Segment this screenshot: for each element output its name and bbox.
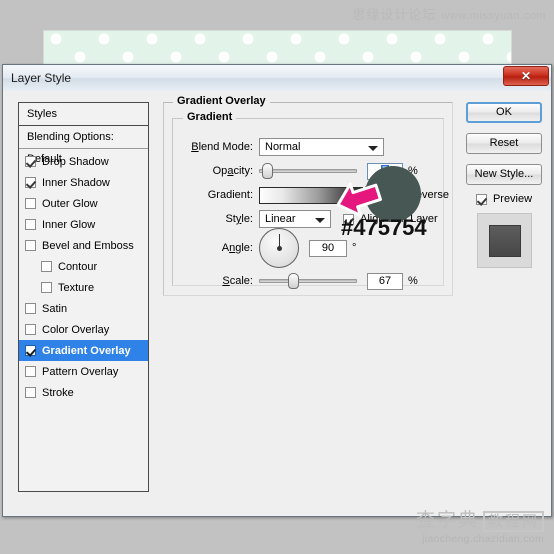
dialog-titlebar[interactable]: Layer Style ✕ xyxy=(3,65,551,92)
effect-row[interactable]: Satin xyxy=(19,298,148,319)
angle-unit: ° xyxy=(352,242,357,254)
blend-mode-row: Blend Mode: Normal xyxy=(177,138,384,156)
close-button[interactable]: ✕ xyxy=(503,66,549,86)
watermark-top-cn: 思缘设计论坛 xyxy=(352,7,437,22)
opacity-slider[interactable] xyxy=(259,163,357,179)
effect-checkbox[interactable] xyxy=(25,324,36,335)
dialog-button-column: OK Reset New Style... Preview xyxy=(466,102,542,268)
layer-style-dialog: Layer Style ✕ Styles Blending Options: D… xyxy=(2,64,552,517)
effect-label: Drop Shadow xyxy=(42,155,109,168)
dialog-title: Layer Style xyxy=(11,71,72,85)
effect-label: Outer Glow xyxy=(42,197,98,210)
group-title: Gradient xyxy=(183,111,237,123)
opacity-slider-thumb[interactable] xyxy=(262,163,273,179)
preview-thumbnail xyxy=(476,213,532,268)
effect-row[interactable]: Texture xyxy=(19,277,148,298)
preview-checkbox[interactable]: Preview xyxy=(466,193,542,205)
scale-slider-thumb[interactable] xyxy=(288,273,299,289)
effect-label: Stroke xyxy=(42,386,74,399)
watermark-top: 思缘设计论坛 www.missyuan.com xyxy=(352,4,546,23)
scale-slider[interactable] xyxy=(259,273,357,289)
effect-row[interactable]: Outer Glow xyxy=(19,193,148,214)
blending-options-row[interactable]: Blending Options: Default xyxy=(19,126,148,165)
effect-row[interactable]: Inner Shadow xyxy=(19,172,148,193)
effect-label: Pattern Overlay xyxy=(42,365,119,378)
blend-mode-select[interactable]: Normal xyxy=(259,138,384,156)
styles-pane: Styles Blending Options: Default Drop Sh… xyxy=(18,102,149,492)
effect-label: Inner Glow xyxy=(42,218,96,231)
watermark-bottom: 查字典 教程网 jiaocheng.chazidian.com xyxy=(416,509,544,546)
effect-row[interactable]: Color Overlay xyxy=(19,319,148,340)
effect-row[interactable]: Pattern Overlay xyxy=(19,361,148,382)
effect-checkbox[interactable] xyxy=(25,345,36,356)
watermark-bottom-cn-boxed: 教程网 xyxy=(482,511,544,533)
effect-checkbox[interactable] xyxy=(41,261,52,272)
gradient-label: Gradient: xyxy=(207,189,253,201)
gradient-overlay-settings-pane: Gradient Overlay Gradient Blend Mode: No… xyxy=(163,95,453,492)
effect-checkbox[interactable] xyxy=(41,282,52,293)
new-style-button[interactable]: New Style... xyxy=(466,164,542,185)
dialog-body: Styles Blending Options: Default Drop Sh… xyxy=(3,91,551,516)
close-icon: ✕ xyxy=(520,69,532,83)
watermark-bottom-cn-main: 查字典 xyxy=(415,510,479,532)
effect-checkbox[interactable] xyxy=(25,303,36,314)
watermark-top-url: www.missyuan.com xyxy=(441,10,546,22)
scale-label: Scale: xyxy=(222,275,253,287)
effect-checkbox[interactable] xyxy=(25,240,36,251)
effect-checkbox[interactable] xyxy=(25,366,36,377)
chevron-down-icon xyxy=(315,218,325,223)
scale-unit: % xyxy=(408,275,418,287)
preview-checkbox-box[interactable] xyxy=(475,193,487,205)
effect-label: Gradient Overlay xyxy=(42,344,131,357)
angle-dial[interactable] xyxy=(259,228,299,268)
blend-mode-value: Normal xyxy=(265,141,301,153)
effect-label: Contour xyxy=(58,260,98,273)
annotation-pink-arrow-icon xyxy=(336,182,382,217)
effect-label: Bevel and Emboss xyxy=(42,239,134,252)
ok-button[interactable]: OK xyxy=(466,102,542,123)
watermark-bottom-url: jiaocheng.chazidian.com xyxy=(422,532,544,545)
preview-thumbnail-shape xyxy=(488,225,521,257)
effect-row[interactable]: Contour xyxy=(19,256,148,277)
gradient-style-value: Linear xyxy=(265,213,296,225)
effect-row[interactable]: Bevel and Emboss xyxy=(19,235,148,256)
effect-checkbox[interactable] xyxy=(25,219,36,230)
blend-mode-label: Blend Mode: xyxy=(191,141,253,153)
effect-checkbox[interactable] xyxy=(25,387,36,398)
effect-checkbox[interactable] xyxy=(25,177,36,188)
effect-row[interactable]: Stroke xyxy=(19,382,148,403)
effect-label: Color Overlay xyxy=(42,323,110,336)
watermark-bottom-cn: 查字典 教程网 xyxy=(416,509,544,533)
effect-label: Texture xyxy=(58,281,95,294)
effect-checkbox[interactable] xyxy=(25,156,36,167)
styles-list-header[interactable]: Styles xyxy=(19,103,148,126)
angle-label: Angle: xyxy=(221,242,253,254)
reset-button[interactable]: Reset xyxy=(466,133,542,154)
scale-input[interactable]: 67 xyxy=(367,272,403,290)
effect-row[interactable]: Inner Glow xyxy=(19,214,148,235)
effect-checkbox[interactable] xyxy=(25,198,36,209)
angle-row: Angle: 90 ° xyxy=(177,227,356,269)
effect-label: Satin xyxy=(42,302,68,315)
scale-row: Scale: 67 % xyxy=(177,272,418,290)
effects-list: Drop Shadow Inner Shadow Outer Glow Inner G… xyxy=(19,149,148,403)
section-title: Gradient Overlay xyxy=(173,95,270,107)
effect-label: Inner Shadow xyxy=(42,176,110,189)
preview-label: Preview xyxy=(492,193,533,205)
angle-input[interactable]: 90 xyxy=(309,239,347,257)
gradient-style-select[interactable]: Linear xyxy=(259,210,331,228)
opacity-label: Opacity: xyxy=(212,165,253,177)
chevron-down-icon xyxy=(368,146,378,151)
effect-row[interactable]: Gradient Overlay xyxy=(19,340,148,361)
angle-dial-hub xyxy=(276,245,282,251)
style-label: Style: xyxy=(225,213,253,225)
